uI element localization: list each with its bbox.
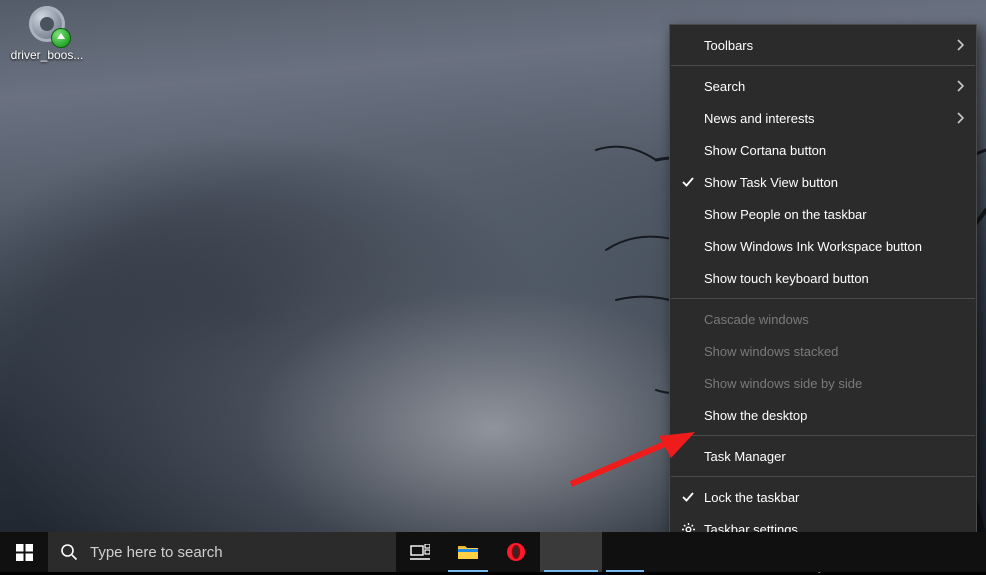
taskbar-search[interactable]: Type here to search [48, 532, 396, 572]
taskbar: Type here to search [0, 532, 986, 572]
menu-item-label: Search [704, 79, 745, 94]
menu-item-label: Toolbars [704, 38, 753, 53]
file-explorer-icon [457, 543, 479, 561]
menu-item-show-people-on-the-taskbar[interactable]: Show People on the taskbar [670, 198, 976, 230]
menu-item-show-touch-keyboard-button[interactable]: Show touch keyboard button [670, 262, 976, 294]
taskbar-running-apps [444, 532, 648, 572]
taskbar-app-opera[interactable] [492, 532, 540, 572]
menu-item-label: Task Manager [704, 449, 786, 464]
checkmark-icon [681, 490, 695, 504]
menu-item-label: Show Cortana button [704, 143, 826, 158]
taskbar-context-menu: Toolbars Search News and interests Show Cor… [669, 24, 977, 550]
menu-separator [671, 298, 975, 299]
menu-item-label: Lock the taskbar [704, 490, 799, 505]
menu-item-search[interactable]: Search [670, 70, 976, 102]
menu-item-show-windows-stacked: Show windows stacked [670, 335, 976, 367]
menu-item-label: Show the desktop [704, 408, 807, 423]
windows-logo-icon [16, 544, 33, 561]
task-view-button[interactable] [396, 532, 444, 572]
menu-item-check [680, 174, 696, 190]
menu-item-show-windows-ink-workspace-button[interactable]: Show Windows Ink Workspace button [670, 230, 976, 262]
desktop-icon-driver-booster[interactable]: driver_boos... [10, 2, 84, 62]
menu-item-show-cortana-button[interactable]: Show Cortana button [670, 134, 976, 166]
start-button[interactable] [0, 532, 48, 572]
taskbar-app-active[interactable] [540, 532, 602, 572]
menu-item-check [680, 489, 696, 505]
menu-item-show-windows-side-by-side: Show windows side by side [670, 367, 976, 399]
chevron-right-icon [956, 112, 964, 124]
menu-item-task-manager[interactable]: Task Manager [670, 440, 976, 472]
search-placeholder: Type here to search [90, 544, 223, 561]
menu-item-label: Show windows side by side [704, 376, 862, 391]
menu-item-label: Show Windows Ink Workspace button [704, 239, 922, 254]
taskbar-app-file-explorer[interactable] [444, 532, 492, 572]
menu-item-news-and-interests[interactable]: News and interests [670, 102, 976, 134]
checkmark-icon [681, 175, 695, 189]
menu-item-show-task-view-button[interactable]: Show Task View button [670, 166, 976, 198]
menu-item-label: Cascade windows [704, 312, 809, 327]
menu-separator [671, 65, 975, 66]
task-view-icon [410, 544, 430, 560]
chevron-right-icon [956, 80, 964, 92]
menu-separator [671, 476, 975, 477]
menu-item-label: Show touch keyboard button [704, 271, 869, 286]
search-icon [60, 543, 78, 561]
driver-booster-icon [25, 2, 69, 46]
desktop-icon-label: driver_boos... [10, 48, 84, 62]
menu-separator [671, 435, 975, 436]
taskbar-app-unknown[interactable] [602, 532, 648, 572]
opera-icon [506, 542, 526, 562]
menu-item-toolbars[interactable]: Toolbars [670, 29, 976, 61]
menu-item-label: News and interests [704, 111, 815, 126]
chevron-right-icon [956, 39, 964, 51]
menu-item-label: Show Task View button [704, 175, 838, 190]
menu-item-lock-the-taskbar[interactable]: Lock the taskbar [670, 481, 976, 513]
menu-item-show-the-desktop[interactable]: Show the desktop [670, 399, 976, 431]
menu-item-label: Show People on the taskbar [704, 207, 867, 222]
menu-item-label: Show windows stacked [704, 344, 838, 359]
menu-item-cascade-windows: Cascade windows [670, 303, 976, 335]
